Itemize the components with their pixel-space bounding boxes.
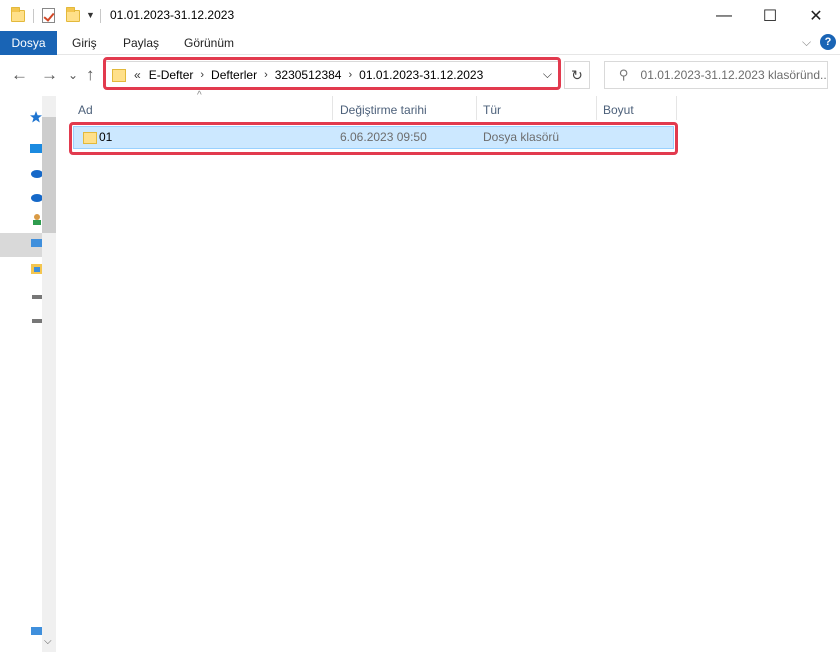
desktop-icon[interactable] bbox=[30, 143, 42, 155]
up-button[interactable]: ↑ bbox=[86, 62, 95, 88]
customize-toolbar-dropdown-icon[interactable]: ▼ bbox=[86, 10, 95, 20]
properties-icon[interactable] bbox=[42, 8, 55, 23]
nav-scrollbar-thumb[interactable] bbox=[42, 117, 56, 233]
column-header-name[interactable]: Ad bbox=[78, 96, 93, 120]
libraries-icon[interactable] bbox=[30, 263, 42, 275]
search-box[interactable]: ⚲ 01.01.2023-31.12.2023 klasöründ... bbox=[604, 61, 828, 89]
tab-gorunum[interactable]: Görünüm bbox=[184, 31, 234, 55]
recent-locations-dropdown[interactable]: ⌄ bbox=[68, 62, 78, 88]
column-header-size[interactable]: Boyut bbox=[603, 96, 634, 120]
new-folder-icon[interactable] bbox=[66, 0, 80, 31]
file-row-highlight bbox=[69, 122, 678, 155]
drive-icon[interactable] bbox=[30, 291, 42, 303]
column-divider[interactable] bbox=[676, 96, 677, 120]
drive-icon[interactable] bbox=[30, 315, 42, 327]
column-divider[interactable] bbox=[476, 96, 477, 120]
quick-access-star-icon[interactable] bbox=[30, 111, 42, 123]
scroll-down-icon[interactable]: ⌵ bbox=[44, 636, 52, 647]
help-icon[interactable]: ? bbox=[820, 34, 836, 50]
column-divider[interactable] bbox=[332, 96, 333, 120]
maximize-button[interactable]: ☐ bbox=[747, 0, 793, 31]
tab-dosya[interactable]: Dosya bbox=[0, 31, 57, 55]
refresh-button[interactable]: ↻ bbox=[564, 61, 590, 89]
close-button[interactable]: ✕ bbox=[793, 0, 839, 31]
sort-ascending-icon: ^ bbox=[197, 90, 202, 101]
divider bbox=[33, 9, 34, 23]
onedrive-icon[interactable] bbox=[30, 167, 42, 179]
title-bar: ▼ 01.01.2023-31.12.2023 — ☐ ✕ bbox=[0, 0, 840, 31]
user-folder-icon[interactable] bbox=[30, 213, 42, 225]
search-icon: ⚲ bbox=[619, 67, 629, 82]
minimize-button[interactable]: — bbox=[701, 0, 747, 31]
quick-access-folder-icon[interactable] bbox=[11, 0, 25, 31]
column-divider[interactable] bbox=[596, 96, 597, 120]
divider bbox=[100, 9, 101, 23]
search-input[interactable]: 01.01.2023-31.12.2023 klasöründ... bbox=[641, 68, 827, 82]
ribbon-tabs: Dosya Giriş Paylaş Görünüm bbox=[0, 31, 840, 55]
tab-paylas[interactable]: Paylaş bbox=[123, 31, 159, 55]
window-title: 01.01.2023-31.12.2023 bbox=[110, 8, 235, 22]
back-button[interactable]: ← bbox=[11, 62, 28, 88]
column-header-modified[interactable]: Değiştirme tarihi bbox=[340, 96, 427, 120]
network-icon[interactable] bbox=[30, 625, 42, 637]
onedrive-icon[interactable] bbox=[30, 191, 42, 203]
expand-ribbon-chevron-icon[interactable]: ⌵ bbox=[802, 35, 811, 50]
forward-button[interactable]: → bbox=[41, 62, 58, 88]
column-header-type[interactable]: Tür bbox=[483, 96, 501, 120]
this-pc-icon[interactable] bbox=[30, 238, 42, 250]
address-bar-highlight bbox=[103, 57, 561, 90]
tab-giris[interactable]: Giriş bbox=[72, 31, 97, 55]
